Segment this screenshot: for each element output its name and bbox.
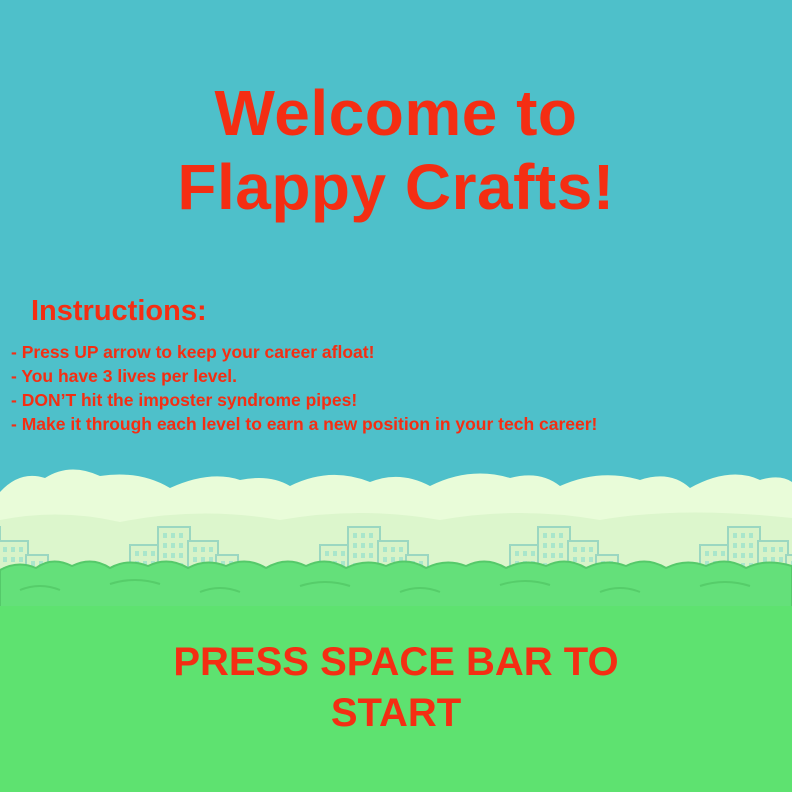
building-window bbox=[749, 533, 753, 538]
building-window bbox=[353, 533, 357, 538]
building-window bbox=[573, 557, 577, 562]
building-window bbox=[551, 553, 555, 558]
building-window bbox=[523, 551, 527, 556]
building-window bbox=[11, 557, 15, 562]
building-window bbox=[19, 557, 23, 562]
building-window bbox=[361, 543, 365, 548]
building-window bbox=[543, 533, 547, 538]
building-window bbox=[3, 557, 7, 562]
building-window bbox=[193, 557, 197, 562]
instruction-item: - Press UP arrow to keep your career afl… bbox=[11, 342, 375, 362]
building-window bbox=[179, 543, 183, 548]
building-window bbox=[531, 551, 535, 556]
building-window bbox=[209, 547, 213, 552]
building-window bbox=[383, 557, 387, 562]
building-window bbox=[733, 543, 737, 548]
building-window bbox=[741, 553, 745, 558]
building-window bbox=[763, 557, 767, 562]
building-window bbox=[333, 551, 337, 556]
building-window bbox=[741, 543, 745, 548]
building-window bbox=[143, 551, 147, 556]
building-window bbox=[399, 547, 403, 552]
building-window bbox=[179, 553, 183, 558]
building-window bbox=[543, 543, 547, 548]
game-title: Welcome to Flappy Crafts! bbox=[0, 76, 792, 224]
building-window bbox=[733, 533, 737, 538]
building-window bbox=[201, 557, 205, 562]
building-window bbox=[559, 553, 563, 558]
building-window bbox=[361, 533, 365, 538]
building-window bbox=[209, 557, 213, 562]
building-window bbox=[581, 547, 585, 552]
building-window bbox=[171, 533, 175, 538]
building-window bbox=[3, 547, 7, 552]
building-window bbox=[151, 551, 155, 556]
building-window bbox=[391, 557, 395, 562]
building-window bbox=[179, 533, 183, 538]
building-window bbox=[171, 543, 175, 548]
building-window bbox=[721, 551, 725, 556]
start-prompt-line-2: START bbox=[330, 691, 462, 735]
building-window bbox=[749, 543, 753, 548]
building-window bbox=[771, 557, 775, 562]
building-window bbox=[705, 551, 709, 556]
building-window bbox=[135, 551, 139, 556]
building-window bbox=[589, 547, 593, 552]
building-window bbox=[543, 553, 547, 558]
building-window bbox=[763, 547, 767, 552]
building-window bbox=[201, 547, 205, 552]
building-window bbox=[551, 533, 555, 538]
building-window bbox=[559, 533, 563, 538]
building-window bbox=[11, 547, 15, 552]
building-window bbox=[551, 543, 555, 548]
building-window bbox=[779, 557, 783, 562]
building-window bbox=[171, 553, 175, 558]
instruction-item: - Make it through each level to earn a n… bbox=[11, 414, 598, 434]
title-line-1: Welcome to bbox=[214, 77, 578, 149]
building-window bbox=[515, 551, 519, 556]
building-window bbox=[369, 543, 373, 548]
instruction-item: - DON’T hit the imposter syndrome pipes! bbox=[11, 390, 358, 410]
building-window bbox=[369, 553, 373, 558]
building-window bbox=[749, 553, 753, 558]
building-window bbox=[163, 533, 167, 538]
building-window bbox=[369, 533, 373, 538]
building-window bbox=[771, 547, 775, 552]
building-window bbox=[341, 551, 345, 556]
building-window bbox=[741, 533, 745, 538]
instructions-heading: Instructions: bbox=[31, 295, 207, 327]
building-window bbox=[581, 557, 585, 562]
building-window bbox=[573, 547, 577, 552]
building-window bbox=[779, 547, 783, 552]
title-line-2: Flappy Crafts! bbox=[177, 151, 615, 223]
instructions-list: - Press UP arrow to keep your career afl… bbox=[11, 340, 597, 436]
building-window bbox=[353, 543, 357, 548]
building-window bbox=[559, 543, 563, 548]
instruction-item: - You have 3 lives per level. bbox=[11, 366, 237, 386]
building-window bbox=[713, 551, 717, 556]
building-window bbox=[31, 561, 35, 566]
building-window bbox=[391, 547, 395, 552]
start-prompt: PRESS SPACE BAR TO START bbox=[0, 637, 792, 739]
building-window bbox=[353, 553, 357, 558]
building-window bbox=[163, 553, 167, 558]
game-screen[interactable]: Welcome to Flappy Crafts! Instructions: … bbox=[0, 0, 792, 792]
building-window bbox=[589, 557, 593, 562]
building-window bbox=[361, 553, 365, 558]
building-window bbox=[19, 547, 23, 552]
building-window bbox=[733, 553, 737, 558]
building-window bbox=[163, 543, 167, 548]
building-window bbox=[325, 551, 329, 556]
building-window bbox=[383, 547, 387, 552]
start-prompt-line-1: PRESS SPACE BAR TO bbox=[173, 640, 619, 684]
building-window bbox=[193, 547, 197, 552]
